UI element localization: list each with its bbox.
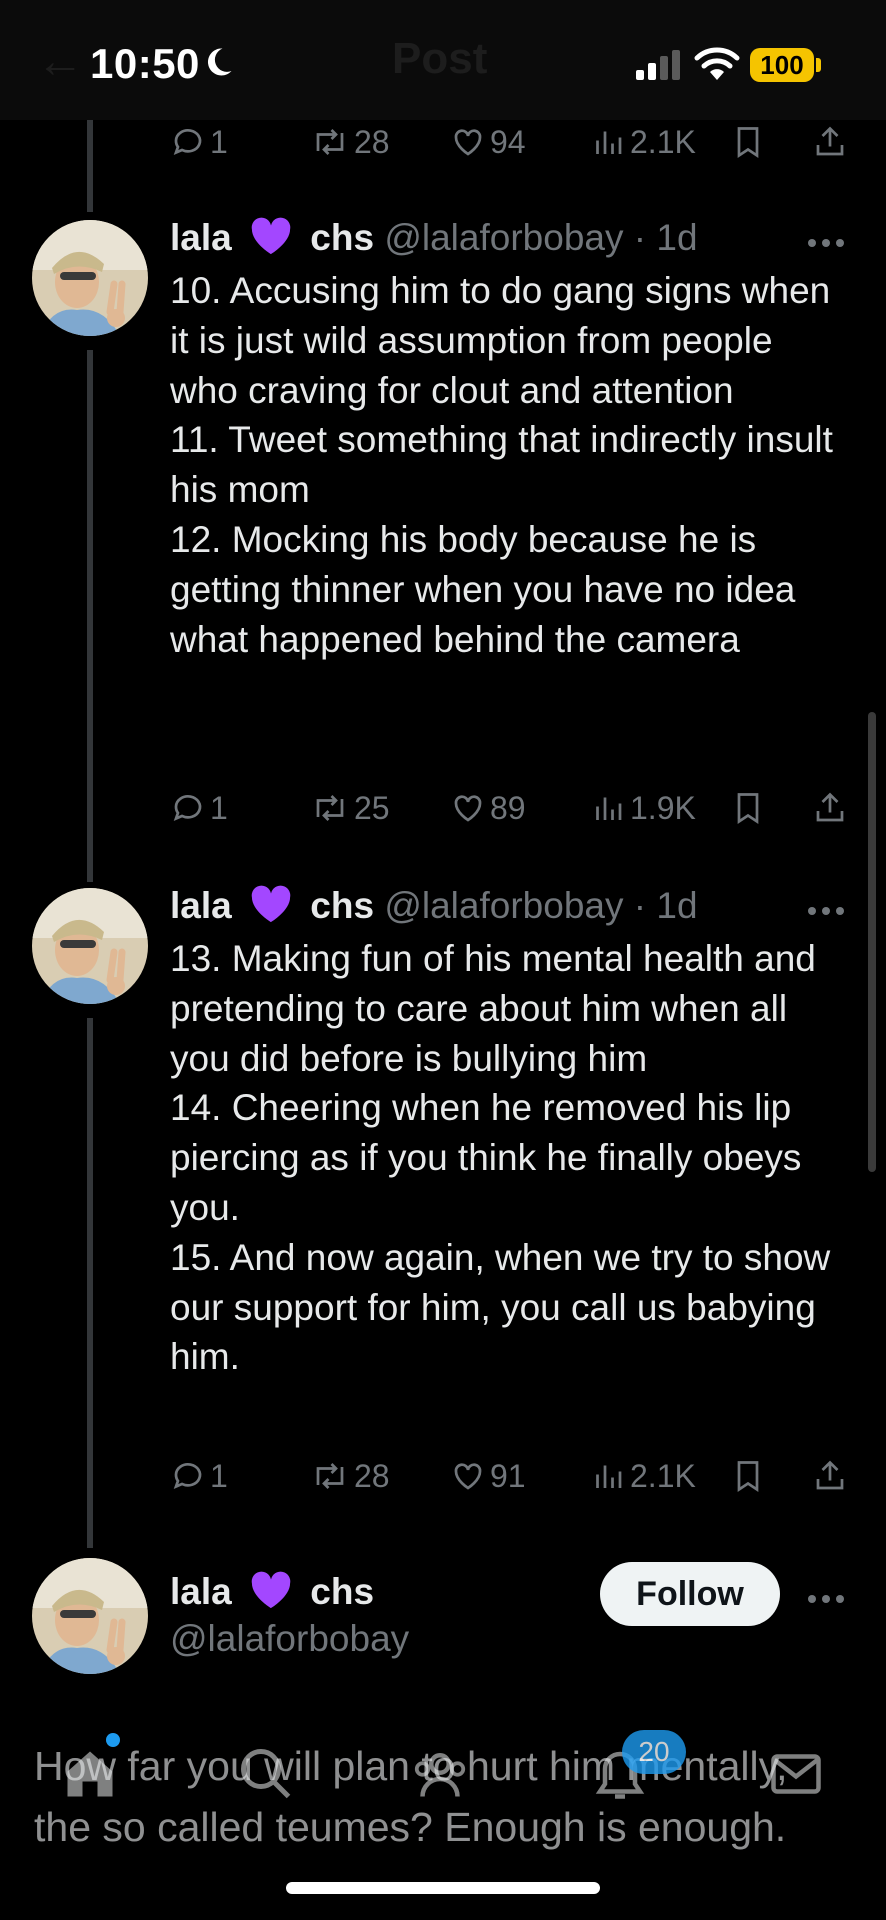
views-icon bbox=[596, 797, 622, 820]
messages-mail-icon[interactable] bbox=[766, 1744, 826, 1804]
notifications-badge: 20 bbox=[622, 1730, 686, 1774]
purple-heart-icon bbox=[251, 885, 291, 923]
more-options-icon[interactable] bbox=[808, 234, 852, 248]
like-count: 94 bbox=[490, 123, 526, 160]
display-name[interactable]: lala bbox=[170, 885, 232, 926]
reply-button[interactable]: 1 bbox=[170, 122, 228, 162]
bookmark-button[interactable] bbox=[730, 788, 770, 828]
like-button[interactable]: 94 bbox=[450, 122, 526, 162]
bookmark-icon bbox=[737, 793, 759, 825]
reply-count: 1 bbox=[210, 789, 228, 826]
share-icon bbox=[816, 1460, 844, 1490]
reply-icon bbox=[173, 129, 202, 155]
cellular-signal-icon bbox=[636, 50, 680, 80]
repost-count: 28 bbox=[354, 1457, 390, 1494]
tweet-meta: lala chs @lalaforbobay · 1d bbox=[170, 214, 698, 259]
purple-heart-icon bbox=[251, 1571, 291, 1609]
display-name[interactable]: lala bbox=[170, 217, 232, 258]
purple-heart-icon bbox=[251, 217, 291, 255]
moon-icon bbox=[207, 48, 232, 76]
reply-button[interactable]: 1 bbox=[170, 788, 228, 828]
display-name[interactable]: lala bbox=[170, 1571, 232, 1612]
repost-icon bbox=[316, 129, 344, 155]
tweet-text: 13. Making fun of his mental health and … bbox=[170, 938, 831, 1378]
repost-count: 25 bbox=[354, 789, 390, 826]
communities-icon[interactable] bbox=[410, 1744, 470, 1804]
repost-icon bbox=[316, 1463, 344, 1489]
share-button[interactable] bbox=[812, 788, 852, 828]
search-icon[interactable] bbox=[236, 1744, 296, 1804]
avatar-photo-icon bbox=[32, 1558, 148, 1674]
avatar-photo-icon bbox=[32, 220, 148, 336]
display-name-suffix[interactable]: chs bbox=[310, 217, 374, 258]
views-button[interactable]: 2.1K bbox=[590, 122, 696, 162]
repost-button[interactable]: 28 bbox=[310, 122, 390, 162]
views-count: 2.1K bbox=[630, 1457, 696, 1494]
more-options-icon[interactable] bbox=[808, 902, 852, 916]
repost-button[interactable]: 25 bbox=[310, 788, 390, 828]
share-button[interactable] bbox=[812, 1456, 852, 1496]
bookmark-icon bbox=[737, 127, 759, 159]
views-icon bbox=[596, 131, 622, 154]
tweet-actions: 1 28 91 2.1K bbox=[170, 1456, 850, 1496]
thread-line bbox=[87, 120, 93, 212]
reply-count: 1 bbox=[210, 123, 228, 160]
tweet-actions: 1 28 94 2.1K bbox=[170, 122, 850, 162]
avatar[interactable] bbox=[32, 888, 148, 1004]
reply-icon bbox=[173, 795, 202, 821]
tweet-time: · 1d bbox=[633, 885, 698, 926]
more-options-icon[interactable] bbox=[808, 1590, 852, 1604]
repost-count: 28 bbox=[354, 123, 390, 160]
scrollbar[interactable] bbox=[868, 712, 876, 1172]
reply-button[interactable]: 1 bbox=[170, 1456, 228, 1496]
bookmark-button[interactable] bbox=[730, 122, 770, 162]
back-arrow-icon[interactable]: ← bbox=[36, 34, 84, 89]
avatar[interactable] bbox=[32, 220, 148, 336]
views-count: 1.9K bbox=[630, 789, 696, 826]
share-icon bbox=[816, 126, 844, 156]
tweet-meta: lala chs @lalaforbobay · 1d bbox=[170, 882, 698, 927]
avatar-photo-icon bbox=[32, 888, 148, 1004]
repost-button[interactable]: 28 bbox=[310, 1456, 390, 1496]
home-unread-dot bbox=[106, 1733, 120, 1747]
like-button[interactable]: 89 bbox=[450, 788, 526, 828]
views-icon bbox=[596, 1465, 622, 1488]
user-handle[interactable]: @lalaforbobay bbox=[384, 217, 623, 258]
battery-indicator: 100 bbox=[750, 48, 814, 82]
avatar[interactable] bbox=[32, 1558, 148, 1674]
views-button[interactable]: 1.9K bbox=[590, 788, 696, 828]
views-button[interactable]: 2.1K bbox=[590, 1456, 696, 1496]
reply-icon bbox=[173, 1463, 202, 1489]
display-name-suffix[interactable]: chs bbox=[310, 885, 374, 926]
like-icon bbox=[454, 795, 482, 822]
tweet-time: · 1d bbox=[633, 217, 698, 258]
thread-line bbox=[87, 1018, 93, 1548]
home-indicator[interactable] bbox=[286, 1882, 600, 1894]
like-count: 91 bbox=[490, 1457, 526, 1494]
user-handle[interactable]: @lalaforbobay bbox=[170, 1618, 409, 1660]
like-icon bbox=[454, 1463, 482, 1490]
tweet-actions: 1 25 89 1.9K bbox=[170, 788, 850, 828]
views-count: 2.1K bbox=[630, 123, 696, 160]
bookmark-button[interactable] bbox=[730, 1456, 770, 1496]
home-icon[interactable] bbox=[60, 1744, 120, 1804]
like-icon bbox=[454, 129, 482, 156]
follow-button[interactable]: Follow bbox=[600, 1562, 780, 1626]
reply-count: 1 bbox=[210, 1457, 228, 1494]
like-count: 89 bbox=[490, 789, 526, 826]
bookmark-icon bbox=[737, 1461, 759, 1493]
thread-line bbox=[87, 350, 93, 882]
author-name[interactable]: lala chs bbox=[170, 1568, 374, 1613]
status-time: 10:50 bbox=[90, 40, 200, 87]
share-icon bbox=[816, 792, 844, 822]
user-handle[interactable]: @lalaforbobay bbox=[384, 885, 623, 926]
share-button[interactable] bbox=[812, 122, 852, 162]
battery-tip bbox=[816, 58, 821, 72]
tweet-text: 10. Accusing him to do gang signs when i… bbox=[170, 270, 833, 660]
like-button[interactable]: 91 bbox=[450, 1456, 526, 1496]
repost-icon bbox=[316, 795, 344, 821]
wifi-icon bbox=[694, 47, 740, 80]
display-name-suffix[interactable]: chs bbox=[310, 1571, 374, 1612]
header-title: Post bbox=[392, 34, 488, 83]
